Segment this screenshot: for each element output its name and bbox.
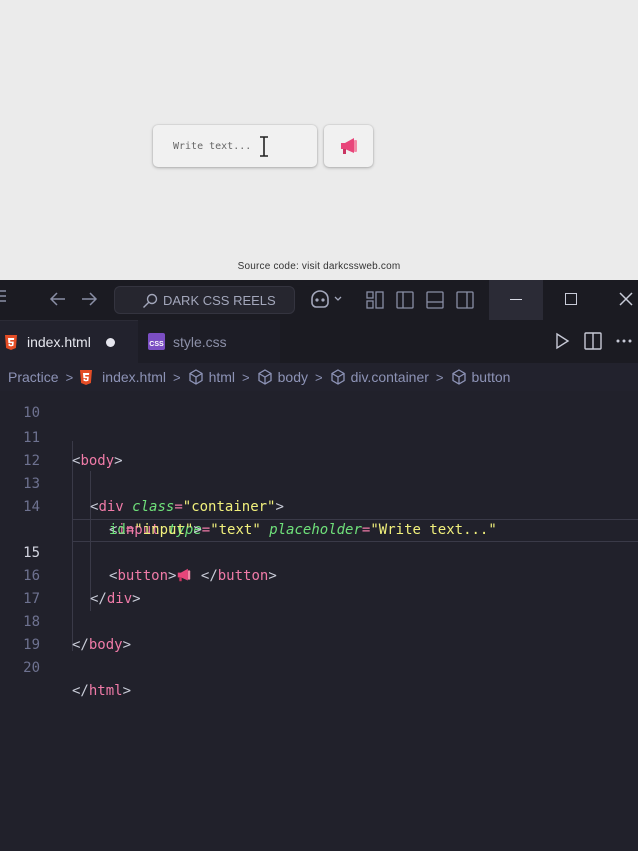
code-line: 19 [0, 611, 638, 653]
split-editor-icon[interactable] [584, 332, 602, 350]
toggle-panel-icon[interactable] [426, 291, 444, 309]
code-line: 11 <body> [0, 404, 638, 469]
back-arrow-icon[interactable] [49, 290, 67, 308]
code-line: 16 </div> [0, 542, 638, 607]
css-icon: CSS [148, 333, 165, 350]
code-line: 14 <input type="text" placeholder="Write… [0, 473, 638, 538]
code-line: 18 </body> [0, 588, 638, 653]
customize-layout-icon[interactable] [366, 291, 384, 309]
layout-controls [366, 291, 474, 309]
minimize-button[interactable] [489, 280, 543, 320]
code-line: 17 [0, 565, 638, 607]
speak-button[interactable] [324, 125, 373, 167]
command-center-search[interactable]: DARK CSS REELS [114, 286, 295, 314]
code-line: 12 [0, 427, 638, 469]
unsaved-indicator[interactable] [105, 337, 115, 347]
input-placeholder: Write text... [173, 140, 252, 152]
line-number: 20 [23, 660, 40, 676]
search-label: DARK CSS REELS [163, 292, 276, 308]
maximize-button[interactable] [565, 293, 577, 305]
tab-style-css[interactable]: CSS style.css [138, 320, 280, 363]
tab-label: style.css [173, 333, 227, 350]
close-window-icon[interactable] [618, 291, 634, 307]
code-text: </html> [72, 683, 132, 699]
browser-preview: Write text... Source code: visit darkcss… [0, 0, 638, 280]
code-line: 20 </html> [0, 634, 638, 699]
more-actions-icon[interactable] [616, 332, 632, 350]
code-line: 10 [0, 379, 638, 421]
text-cursor-icon [260, 136, 268, 157]
toggle-secondary-sidebar-icon[interactable] [456, 291, 474, 309]
run-icon[interactable] [554, 332, 570, 350]
tab-label: index.html [27, 334, 91, 350]
tab-index-html[interactable]: index.html [0, 320, 138, 363]
html5-icon [5, 334, 17, 350]
source-note: Source code: visit darkcssweb.com [237, 261, 401, 272]
editor-tab-bar: index.html CSS style.css [0, 320, 638, 363]
code-line: id="input"> [0, 496, 638, 538]
code-editor[interactable]: 10 11 <body> 12 13 <div class="container… [0, 391, 638, 851]
megaphone-icon [340, 138, 357, 154]
forward-arrow-icon[interactable] [80, 290, 98, 308]
copilot-icon[interactable] [309, 289, 345, 309]
search-icon [143, 293, 158, 308]
toggle-primary-sidebar-icon[interactable] [396, 291, 414, 309]
editor-actions [554, 332, 632, 350]
title-bar: DARK CSS REELS [0, 280, 638, 320]
text-input[interactable]: Write text... [153, 125, 317, 167]
menu-icon[interactable] [0, 289, 6, 303]
code-line: 13 <div class="container"> [0, 450, 638, 515]
code-line: 15 <button> </button> [0, 519, 638, 584]
